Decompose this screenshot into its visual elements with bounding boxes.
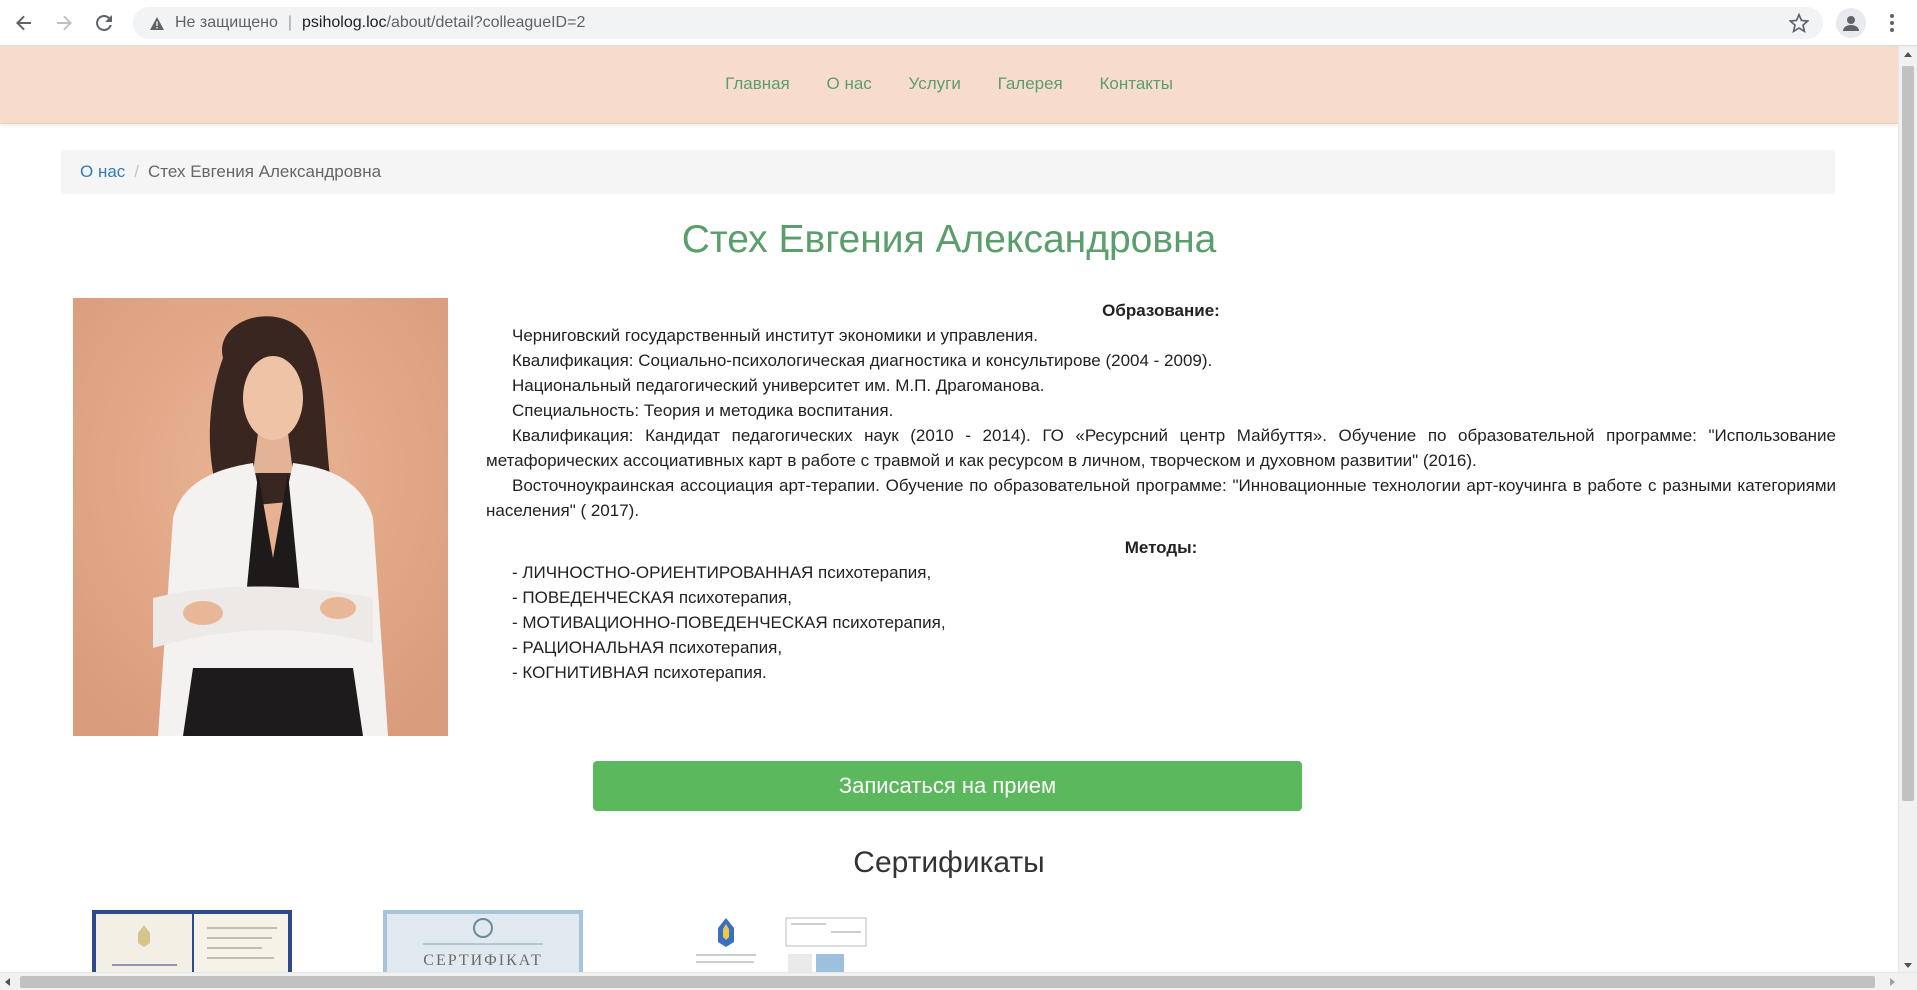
education-item: Восточноукраинская ассоциация арт-терапи… <box>486 476 1836 520</box>
security-label: Не защищено <box>175 14 278 31</box>
address-bar[interactable]: Не защищено | psiholog.loc /about/detail… <box>133 7 1823 39</box>
breadcrumb: О нас / Стех Евгения Александровна <box>61 150 1835 194</box>
reload-icon[interactable] <box>88 7 120 39</box>
certificate-thumbnail-2[interactable]: СЕРТИФІКАТ <box>383 910 583 972</box>
education-item: Квалификация: Социально-психологическая … <box>512 351 1213 370</box>
browser-menu-icon[interactable] <box>1882 10 1902 36</box>
method-item: - КОГНИТИВНАЯ психотерапия. <box>512 663 767 682</box>
certificate-thumbnail-3[interactable] <box>676 910 876 972</box>
url-path: /about/detail?colleagueID=2 <box>386 14 586 31</box>
nav-home[interactable]: Главная <box>725 74 790 93</box>
certificates-gallery: СЕРТИФІКАТ <box>0 910 1898 972</box>
nav-gallery[interactable]: Галерея <box>998 74 1063 93</box>
page-title: Стех Евгения Александровна <box>681 218 1217 261</box>
breadcrumb-separator: / <box>134 162 140 181</box>
method-item: - ЛИЧНОСТНО-ОРИЕНТИРОВАННАЯ психотерапия… <box>512 563 932 582</box>
methods-heading: Методы: <box>1124 538 1198 557</box>
scroll-down-arrow-icon[interactable] <box>1904 963 1912 968</box>
site-header: Главная О нас Услуги Галерея Контакты <box>0 46 1898 124</box>
profile-description: Образование: Черниговский государственны… <box>486 298 1836 685</box>
vertical-scrollbar[interactable] <box>1898 46 1917 972</box>
nav-about[interactable]: О нас <box>827 74 872 93</box>
bookmark-star-icon[interactable] <box>1788 12 1810 38</box>
profile-photo <box>73 298 448 736</box>
horizontal-scroll-thumb[interactable] <box>20 976 1875 988</box>
education-item: Квалификация: Кандидат педагогических на… <box>486 426 1836 470</box>
scroll-up-arrow-icon[interactable] <box>1904 52 1912 57</box>
main-nav: Главная О нас Услуги Галерея Контакты <box>0 74 1898 94</box>
forward-arrow-icon[interactable] <box>48 7 80 39</box>
omnibox-separator: | <box>287 14 293 31</box>
warning-triangle-icon <box>149 15 165 31</box>
certificate-thumbnail-1[interactable] <box>92 910 292 972</box>
certificate-3-image <box>676 910 876 972</box>
book-appointment-button[interactable]: Записаться на прием <box>593 761 1302 811</box>
method-item: - РАЦИОНАЛЬНАЯ психотерапия, <box>512 638 783 657</box>
breadcrumb-current: Стех Евгения Александровна <box>148 162 382 181</box>
method-item: - МОТИВАЦИОННО-ПОВЕДЕНЧЕСКАЯ психотерапи… <box>512 613 946 632</box>
certificates-heading: Сертификаты <box>853 846 1045 879</box>
certificate-1-image <box>92 910 292 972</box>
scroll-right-arrow-icon[interactable] <box>1890 978 1895 986</box>
education-item: Черниговский государственный институт эк… <box>512 326 1038 345</box>
nav-services[interactable]: Услуги <box>909 74 961 93</box>
horizontal-scrollbar[interactable] <box>0 972 1917 990</box>
method-item: - ПОВЕДЕНЧЕСКАЯ психотерапия, <box>512 588 793 607</box>
portrait-illustration <box>73 298 448 736</box>
back-arrow-icon[interactable] <box>8 7 40 39</box>
nav-contacts[interactable]: Контакты <box>1100 74 1173 93</box>
breadcrumb-link-about[interactable]: О нас <box>80 162 125 182</box>
certificate-2-title: СЕРТИФІКАТ <box>423 952 543 969</box>
education-item: Национальный педагогический университет … <box>512 376 1045 395</box>
scroll-left-arrow-icon[interactable] <box>5 978 10 986</box>
url-host: psiholog.loc <box>302 14 387 31</box>
education-item: Специальность: Теория и методика воспита… <box>512 401 894 420</box>
vertical-scroll-thumb[interactable] <box>1902 66 1914 801</box>
education-heading: Образование: <box>1102 301 1220 320</box>
profile-avatar-icon[interactable] <box>1836 8 1866 38</box>
browser-toolbar: Не защищено | psiholog.loc /about/detail… <box>0 0 1917 46</box>
